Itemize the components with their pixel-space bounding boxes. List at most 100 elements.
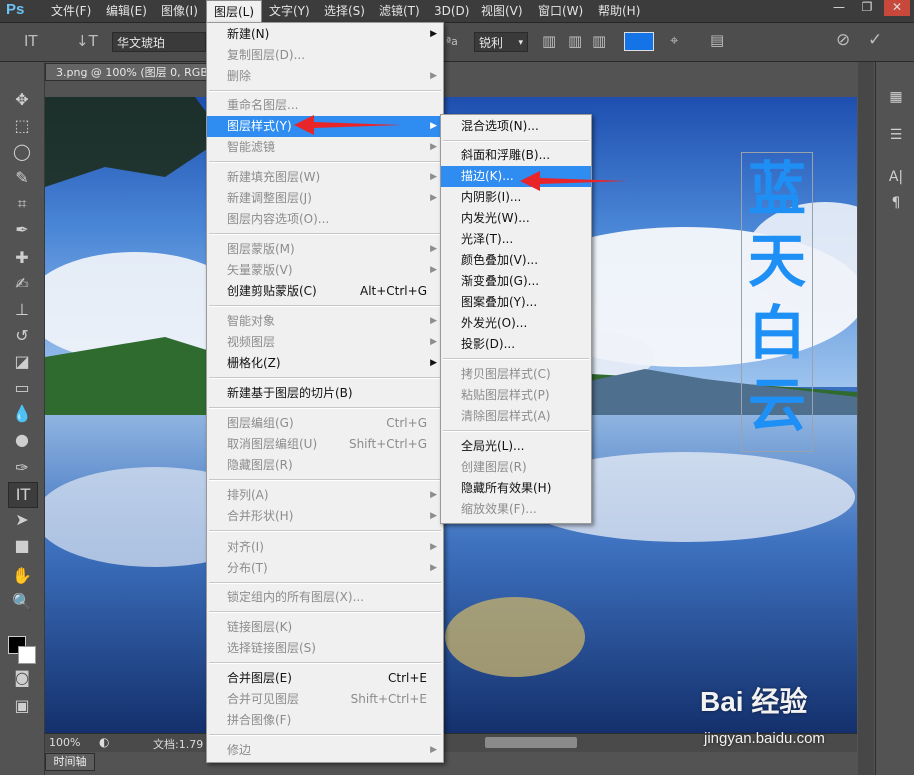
menu-item-group-layers[interactable]: 图层编组(G) Ctrl+G [207,413,443,434]
menu-item-select-linked-layers[interactable]: 选择链接图层(S) [207,638,443,659]
menu-item-ungroup-layers[interactable]: 取消图层编组(U) Shift+Ctrl+G [207,434,443,455]
align-center-icon[interactable]: ▥ [568,32,582,50]
horizontal-scrollbar[interactable] [485,737,577,748]
timeline-tab[interactable]: 时间轴 [45,753,95,771]
panel-scrollbar[interactable] [858,62,874,775]
eraser-tool-icon[interactable]: ◪ [8,350,36,374]
crop-tool-icon[interactable]: ⌗ [8,192,36,216]
menu-select[interactable]: 选择(S) [317,0,372,22]
menu-item-flatten-image[interactable]: 拼合图像(F) [207,710,443,731]
align-bottom-icon[interactable]: ▥ [592,32,606,50]
menu-item-layer-content-options[interactable]: 图层内容选项(O)... [207,209,443,230]
status-info-icon[interactable]: ◐ [99,735,109,749]
healing-brush-tool-icon[interactable]: ✚ [8,246,36,270]
menu-window[interactable]: 窗口(W) [531,0,590,22]
dodge-tool-icon[interactable]: ● [8,428,36,452]
menu-item-new-layer-based-slice[interactable]: 新建基于图层的切片(B) [207,383,443,404]
commit-icon[interactable]: ✓ [868,30,882,50]
pen-tool-icon[interactable]: ✑ [8,456,36,480]
menu-image[interactable]: 图像(I) [154,0,205,22]
menu-item-layer-mask[interactable]: 图层蒙版(M) ▶ [207,239,443,260]
toggle-orientation-icon[interactable]: ↓T [76,32,98,50]
menu-item-hide-layers[interactable]: 隐藏图层(R) [207,455,443,476]
submenu-item-satin[interactable]: 光泽(T)... [441,229,591,250]
text-bounding-box[interactable]: 蓝 天 白 云 [741,152,813,452]
menu-item-video-layer[interactable]: 视频图层 ▶ [207,332,443,353]
layers-panel-icon[interactable]: ▦ [884,86,908,108]
zoom-level[interactable]: 100% [49,736,80,749]
warp-text-icon[interactable]: ⌖ [670,31,678,49]
menu-item-distribute[interactable]: 分布(T) ▶ [207,558,443,579]
menu-layer[interactable]: 图层(L) [206,0,263,23]
submenu-item-create-layer[interactable]: 创建图层(R) [441,457,591,478]
background-color-swatch[interactable] [18,646,36,664]
submenu-item-paste-layer-style[interactable]: 粘贴图层样式(P) [441,385,591,406]
menu-item-matting[interactable]: 修边 ▶ [207,740,443,761]
submenu-item-hide-all-effects[interactable]: 隐藏所有效果(H) [441,478,591,499]
vertical-type-tool-icon[interactable]: ⅠT [24,32,38,50]
align-top-icon[interactable]: ▥ [542,32,556,50]
lasso-tool-icon[interactable]: ◯ [8,140,36,164]
submenu-item-drop-shadow[interactable]: 投影(D)... [441,334,591,355]
submenu-item-pattern-overlay[interactable]: 图案叠加(Y)... [441,292,591,313]
menu-item-align[interactable]: 对齐(I) ▶ [207,537,443,558]
submenu-item-scale-effects[interactable]: 缩放效果(F)... [441,499,591,520]
menu-help[interactable]: 帮助(H) [591,0,647,22]
menu-item-create-clipping-mask[interactable]: 创建剪贴蒙版(C) Alt+Ctrl+G [207,281,443,302]
menu-type[interactable]: 文字(Y) [262,0,317,22]
font-family-field[interactable]: 华文琥珀 [112,32,206,52]
type-tool-icon[interactable]: ⅠT [8,482,38,508]
submenu-item-color-overlay[interactable]: 颜色叠加(V)... [441,250,591,271]
menu-item-merge-layers[interactable]: 合并图层(E) Ctrl+E [207,668,443,689]
menu-item-arrange[interactable]: 排列(A) ▶ [207,485,443,506]
character-panel-icon[interactable]: A| [884,166,908,188]
eyedropper-tool-icon[interactable]: ✒ [8,218,36,242]
menu-item-duplicate-layer[interactable]: 复制图层(D)... [207,45,443,66]
submenu-item-clear-layer-style[interactable]: 清除图层样式(A) [441,406,591,427]
menu-item-rasterize[interactable]: 栅格化(Z) ▶ [207,353,443,374]
paths-panel-icon[interactable]: ☰ [884,124,908,146]
history-brush-tool-icon[interactable]: ↺ [8,324,36,348]
menu-item-new-adjustment-layer[interactable]: 新建调整图层(J) ▶ [207,188,443,209]
menu-item-delete[interactable]: 删除 ▶ [207,66,443,87]
menu-item-merge-visible[interactable]: 合并可见图层 Shift+Ctrl+E [207,689,443,710]
menu-view[interactable]: 视图(V) [474,0,530,22]
menu-edit[interactable]: 编辑(E) [99,0,154,22]
submenu-item-blending-options[interactable]: 混合选项(N)... [441,116,591,137]
paragraph-panel-icon[interactable]: ¶ [884,192,908,214]
zoom-tool-icon[interactable]: 🔍 [8,590,36,614]
menu-filter[interactable]: 滤镜(T) [372,0,427,22]
menu-item-link-layers[interactable]: 链接图层(K) [207,617,443,638]
submenu-item-outer-glow[interactable]: 外发光(O)... [441,313,591,334]
clone-stamp-tool-icon[interactable]: ⊥ [8,298,36,322]
menu-item-lock-all-layers[interactable]: 锁定组内的所有图层(X)... [207,587,443,608]
submenu-item-global-light[interactable]: 全局光(L)... [441,436,591,457]
character-panel-icon[interactable]: ▤ [710,31,724,49]
restore-button[interactable]: ❐ [854,0,880,16]
menu-item-smart-filter[interactable]: 智能滤镜 ▶ [207,137,443,158]
hand-tool-icon[interactable]: ✋ [8,564,36,588]
menu-item-new-fill-layer[interactable]: 新建填充图层(W) ▶ [207,167,443,188]
submenu-item-bevel-emboss[interactable]: 斜面和浮雕(B)... [441,145,591,166]
menu-item-smart-object[interactable]: 智能对象 ▶ [207,311,443,332]
quick-mask-icon[interactable]: ◙ [8,666,36,690]
cancel-icon[interactable]: ⊘ [836,30,850,50]
minimize-button[interactable]: — [826,0,852,16]
move-tool-icon[interactable]: ✥ [8,88,36,112]
menu-3d[interactable]: 3D(D) [427,0,476,22]
screen-mode-icon[interactable]: ▣ [8,694,36,718]
blur-tool-icon[interactable]: 💧 [8,402,36,426]
submenu-item-gradient-overlay[interactable]: 渐变叠加(G)... [441,271,591,292]
marquee-tool-icon[interactable]: ⬚ [8,114,36,138]
submenu-item-inner-glow[interactable]: 内发光(W)... [441,208,591,229]
close-button[interactable]: ✕ [884,0,910,16]
document-tab[interactable]: 3.png @ 100% (图层 0, RGB [45,63,210,81]
brush-tool-icon[interactable]: ✍ [8,272,36,296]
gradient-tool-icon[interactable]: ▭ [8,376,36,400]
text-color-swatch[interactable] [624,32,654,51]
rectangle-tool-icon[interactable]: ■ [8,534,36,558]
submenu-item-copy-layer-style[interactable]: 拷贝图层样式(C) [441,364,591,385]
menu-file[interactable]: 文件(F) [44,0,98,22]
path-select-tool-icon[interactable]: ➤ [8,508,36,532]
menu-item-combine-shapes[interactable]: 合并形状(H) ▶ [207,506,443,527]
